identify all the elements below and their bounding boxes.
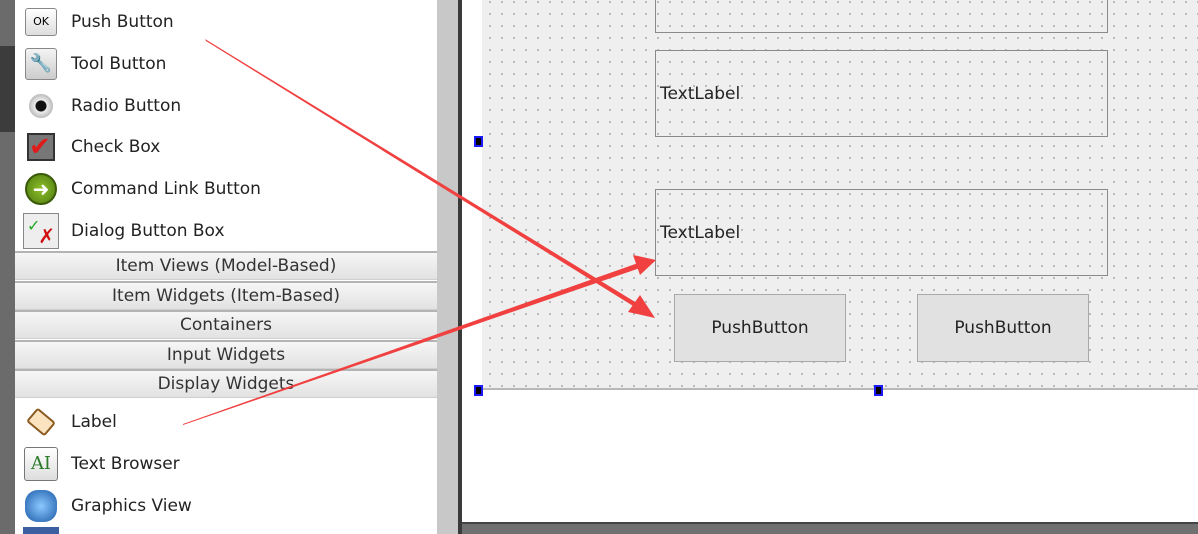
arrow-label (183, 263, 640, 425)
arrowhead-push-button (628, 295, 655, 318)
arrow-push-button (205, 39, 640, 309)
annotation-arrows (183, 39, 656, 425)
